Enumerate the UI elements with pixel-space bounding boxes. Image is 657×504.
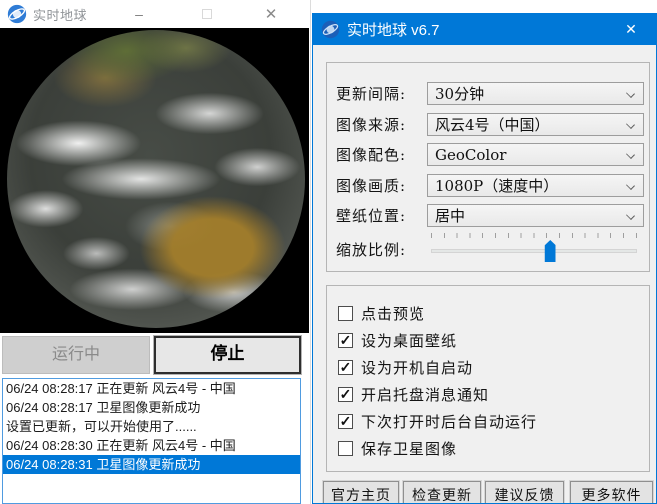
setting-row-update-interval: 更新间隔: 30分钟 — [327, 82, 649, 105]
slider-ticks — [431, 233, 637, 238]
check-icon: ✓ — [340, 334, 352, 347]
settings-close-button[interactable]: ✕ — [614, 14, 648, 45]
left-titlebar: 实时地球 – ✕ — [0, 0, 310, 28]
checkbox-click-preview[interactable]: ✓ 点击预览 — [338, 304, 425, 322]
check-icon: ✓ — [340, 361, 352, 374]
checkbox-box: ✓ — [338, 387, 353, 402]
checkbox-background-run-next-time[interactable]: ✓ 下次打开时后台自动运行 — [338, 412, 537, 430]
check-icon: ✓ — [340, 415, 352, 428]
globe-icon — [321, 20, 340, 39]
image-source-label: 图像来源: — [336, 114, 406, 135]
close-button[interactable]: ✕ — [256, 0, 286, 28]
checkbox-tray-notifications[interactable]: ✓ 开启托盘消息通知 — [338, 385, 489, 403]
checkbox-box: ✓ — [338, 360, 353, 375]
globe-icon — [7, 4, 27, 24]
chevron-down-icon — [626, 211, 635, 220]
screen: 实时地球 – ✕ 运行中 停止 06/24 08:28:17 正在更新 风云4号… — [0, 0, 657, 504]
left-window: 实时地球 – ✕ 运行中 停止 06/24 08:28:17 正在更新 风云4号… — [0, 0, 311, 504]
zoom-scale-label: 缩放比例: — [336, 239, 406, 260]
running-status-button[interactable]: 运行中 — [2, 336, 150, 374]
checkbox-box: ✓ — [338, 441, 353, 456]
wallpaper-position-label: 壁纸位置: — [336, 205, 406, 226]
official-homepage-button[interactable]: 官方主页 — [323, 481, 399, 504]
satellite-image-area — [0, 28, 309, 333]
chevron-down-icon — [626, 120, 635, 129]
log-row[interactable]: 设置已更新，可以开始使用了...... — [3, 417, 300, 436]
color-scheme-select[interactable]: GeoColor — [427, 143, 644, 166]
chevron-down-icon — [626, 150, 635, 159]
checkbox-box: ✓ — [338, 306, 353, 321]
setting-row-color-scheme: 图像配色: GeoColor — [327, 143, 649, 166]
log-row[interactable]: 06/24 08:28:31 卫星图像更新成功 — [3, 455, 300, 474]
log-row[interactable]: 06/24 08:28:17 卫星图像更新成功 — [3, 398, 300, 417]
settings-titlebar: 实时地球 v6.7 ✕ — [313, 14, 656, 45]
setting-row-zoom-scale: 缩放比例: — [327, 231, 649, 265]
log-row[interactable]: 06/24 08:28:30 正在更新 风云4号 - 中国 — [3, 436, 300, 455]
wallpaper-position-select[interactable]: 居中 — [427, 204, 644, 227]
setting-row-wallpaper-position: 壁纸位置: 居中 — [327, 204, 649, 227]
settings-group: 更新间隔: 30分钟 图像来源: 风云4号（中国） 图像配色: GeoColor — [326, 62, 650, 272]
footer-buttons-row: 官方主页 检查更新 建议反馈 更多软件 — [313, 481, 656, 504]
slider-thumb[interactable] — [545, 240, 556, 262]
control-buttons-row: 运行中 停止 — [0, 336, 310, 375]
log-row[interactable]: 06/24 08:28:17 正在更新 风云4号 - 中国 — [3, 379, 300, 398]
check-icon: ✓ — [340, 388, 352, 401]
close-icon: ✕ — [625, 21, 637, 38]
maximize-icon — [202, 9, 212, 19]
color-scheme-label: 图像配色: — [336, 144, 406, 165]
image-quality-label: 图像画质: — [336, 175, 406, 196]
chevron-down-icon — [626, 181, 635, 190]
more-software-button[interactable]: 更多软件 — [570, 481, 653, 504]
stop-button[interactable]: 停止 — [154, 336, 301, 374]
update-interval-select[interactable]: 30分钟 — [427, 82, 644, 105]
chevron-down-icon — [626, 89, 635, 98]
settings-window: 实时地球 v6.7 ✕ 更新间隔: 30分钟 图像来源: 风云4号（中国） — [312, 13, 657, 504]
settings-window-title: 实时地球 v6.7 — [347, 19, 440, 40]
zoom-scale-slider[interactable] — [427, 231, 640, 265]
checkbox-box: ✓ — [338, 333, 353, 348]
checkbox-save-satellite-image[interactable]: ✓ 保存卫星图像 — [338, 439, 457, 457]
setting-row-image-source: 图像来源: 风云4号（中国） — [327, 113, 649, 136]
feedback-button[interactable]: 建议反馈 — [485, 481, 564, 504]
image-quality-select[interactable]: 1080P（速度中） — [427, 174, 644, 197]
options-group: ✓ 点击预览 ✓ 设为桌面壁纸 ✓ 设为开机自启动 ✓ 开启托盘消息通知 ✓ 下… — [326, 285, 650, 472]
minimize-icon: – — [135, 6, 143, 22]
checkbox-set-desktop-wallpaper[interactable]: ✓ 设为桌面壁纸 — [338, 331, 457, 349]
setting-row-image-quality: 图像画质: 1080P（速度中） — [327, 174, 649, 197]
checkbox-autostart-on-boot[interactable]: ✓ 设为开机自启动 — [338, 358, 473, 376]
slider-track[interactable] — [431, 249, 637, 253]
minimize-button[interactable]: – — [126, 0, 152, 28]
check-update-button[interactable]: 检查更新 — [403, 481, 481, 504]
earth-globe-image — [7, 30, 305, 328]
close-icon: ✕ — [265, 5, 278, 23]
update-interval-label: 更新间隔: — [336, 83, 406, 104]
checkbox-box: ✓ — [338, 414, 353, 429]
image-source-select[interactable]: 风云4号（中国） — [427, 113, 644, 136]
maximize-button[interactable] — [194, 0, 220, 28]
window-title: 实时地球 — [33, 5, 87, 24]
log-list[interactable]: 06/24 08:28:17 正在更新 风云4号 - 中国 06/24 08:2… — [2, 378, 301, 504]
